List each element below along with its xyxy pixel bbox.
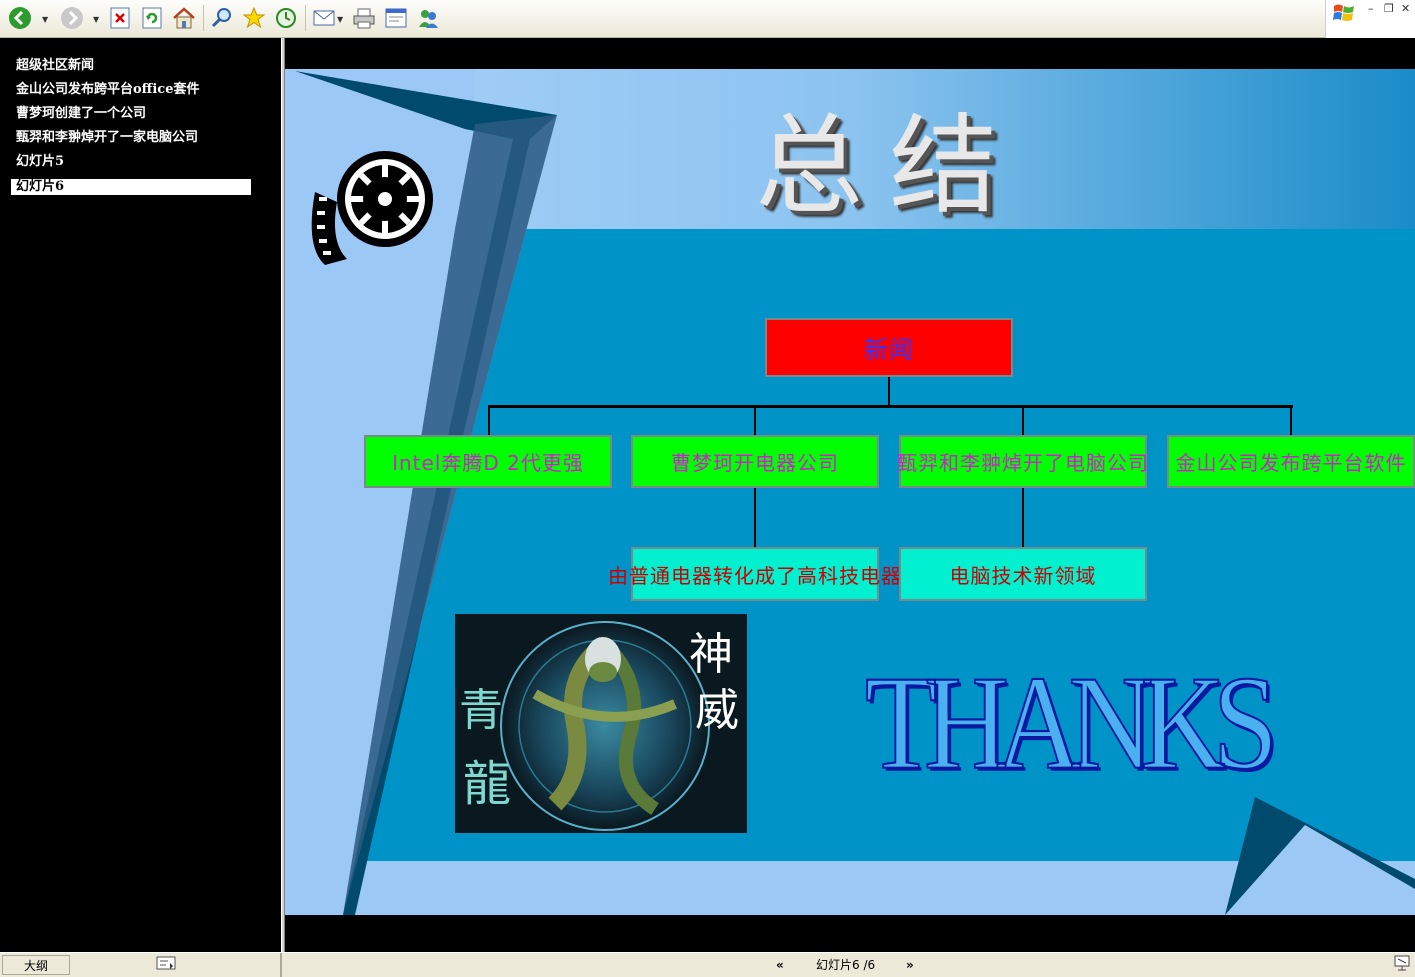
window-controls: – ❐ ✕ [1325,0,1415,38]
org-level1-box: 甄羿和李翀焯开了电脑公司 [897,435,1148,488]
home-icon[interactable] [170,4,198,32]
back-icon[interactable] [6,4,34,32]
org-connector [888,377,890,406]
favorites-icon[interactable] [240,4,268,32]
close-icon[interactable]: ✕ [1401,2,1410,15]
org-connector [488,405,490,436]
back-dropdown-icon[interactable]: ▼ [42,15,48,24]
status-bar: 大纲 « 幻灯片6 /6 » [0,952,1415,977]
dragon-image: 神 威 青 龍 [455,614,747,833]
fullscreen-icon[interactable] [1394,955,1412,975]
forward-dropdown-icon[interactable]: ▼ [93,15,99,24]
edit-icon[interactable] [382,4,410,32]
outline-item[interactable]: 金山公司发布跨平台office套件 [11,82,251,98]
windows-logo-icon [1333,4,1354,21]
dragon-text: 龍 [463,756,512,812]
slide-indicator: 幻灯片6 /6 [816,958,876,972]
outline-pane: 超级社区新闻 金山公司发布跨平台office套件 曹梦珂创建了一个公司 甄羿和李… [0,38,281,952]
org-level2-box: 由普通电器转化成了高科技电器 [608,547,901,601]
outline-item[interactable]: 超级社区新闻 [11,58,251,74]
outline-tab[interactable]: 大纲 [2,955,70,975]
slide-canvas: 总 结 新闻 Intel奔腾D 2代更强 曹梦珂开电器公司 甄羿和李翀焯开了电脑… [285,69,1415,915]
forward-icon[interactable] [58,4,86,32]
org-connector [488,405,1293,408]
refresh-icon[interactable] [138,4,166,32]
messenger-icon[interactable] [414,4,442,32]
outline-item-selected[interactable]: 幻灯片6 [11,179,251,195]
print-icon[interactable] [350,4,378,32]
outline-item[interactable]: 甄羿和李翀焯开了一家电脑公司 [11,130,251,146]
org-connector [1022,405,1024,436]
outline-item[interactable]: 曹梦珂创建了一个公司 [11,106,251,122]
org-root-box: 新闻 [765,318,1013,377]
film-reel-icon [311,151,433,265]
mail-icon[interactable] [310,4,338,32]
org-connector [754,488,756,548]
minimize-icon[interactable]: – [1368,2,1374,15]
browser-toolbar: ▼ ▼ ▼ – ❐ ✕ [0,0,1415,38]
outline-item[interactable]: 幻灯片5 [11,154,251,170]
dragon-text: 青 [459,685,503,736]
org-connector [754,405,756,436]
org-level1-box: 曹梦珂开电器公司 [631,435,879,488]
org-level1-box: 金山公司发布跨平台软件 [1167,435,1415,488]
org-connector [1290,405,1292,436]
restore-icon[interactable]: ❐ [1384,2,1394,15]
stop-icon[interactable] [106,4,134,32]
dragon-text: 威 [695,685,739,736]
outline-toggle-icon[interactable] [156,955,178,975]
mail-dropdown-icon[interactable]: ▼ [337,15,343,24]
org-connector [1022,488,1024,548]
thanks-wordart: THANKS [864,647,1279,798]
slide-view: 总 结 新闻 Intel奔腾D 2代更强 曹梦珂开电器公司 甄羿和李翀焯开了电脑… [285,38,1415,948]
history-icon[interactable] [272,4,300,32]
next-slide-button[interactable]: » [906,955,922,975]
org-level1-box: Intel奔腾D 2代更强 [364,435,612,488]
slide-title: 总 结 [755,104,997,229]
org-level2-box: 电脑技术新领域 [899,547,1147,601]
prev-slide-button[interactable]: « [776,955,792,975]
search-icon[interactable] [208,4,236,32]
dragon-text: 神 [689,629,733,680]
